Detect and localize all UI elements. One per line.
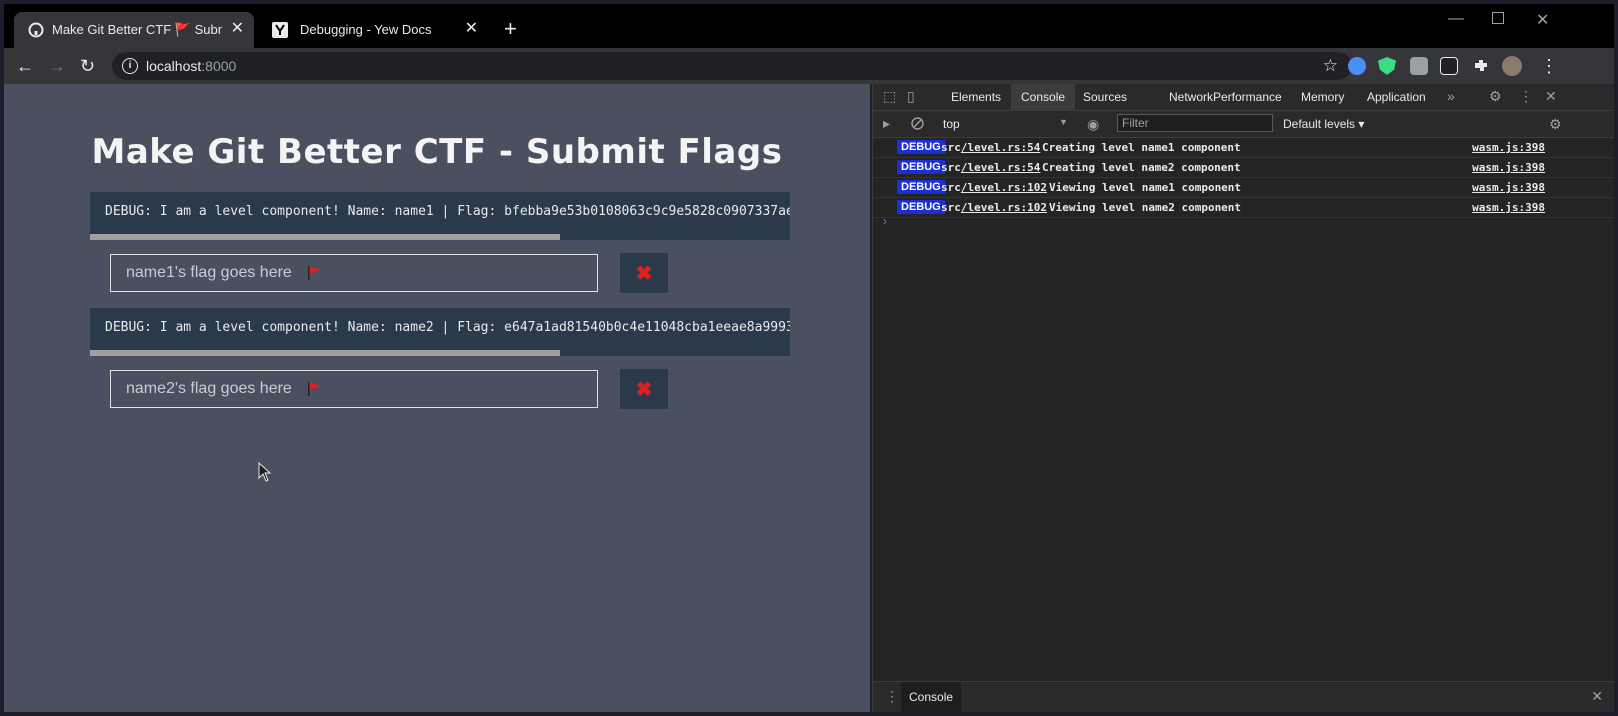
back-arrow-icon[interactable]: ←	[16, 56, 34, 76]
log-source-link[interactable]: src/level.rs:102	[941, 181, 1047, 194]
log-message: Creating level name2 component	[1042, 161, 1241, 174]
bookmark-star-icon[interactable]: ☆	[1323, 56, 1338, 76]
close-devtools-icon[interactable]: ✕	[1545, 88, 1557, 105]
console-log-row: DEBUG src/level.rs:54 Creating level nam…	[873, 138, 1614, 158]
log-location-link[interactable]: wasm.js:398	[1472, 201, 1545, 214]
flag-status-button-name2[interactable]: ✖	[620, 369, 668, 409]
level-debug-box: DEBUG: I am a level component! Name: nam…	[90, 192, 790, 240]
tab-console[interactable]: Console	[1011, 84, 1076, 110]
debug-text: DEBUG: I am a level component! Name: nam…	[105, 320, 790, 335]
console-filter-bar: ▸ top ▼ ◉ Filter Default levels ▾ ⚙	[873, 111, 1614, 138]
browser-window: Make Git Better CTF 🚩 Submit Flags ✕ Deb…	[4, 4, 1614, 712]
context-selector[interactable]: top	[943, 117, 1063, 131]
devtools-menu-icon[interactable]: ⋮	[1519, 88, 1533, 105]
log-location-link[interactable]: wasm.js:398	[1472, 161, 1545, 174]
profile-avatar[interactable]	[1502, 56, 1522, 76]
minimize-icon[interactable]: —	[1448, 10, 1464, 28]
log-source-link[interactable]: src/level.rs:54	[941, 141, 1040, 154]
extension-compass-icon[interactable]	[1348, 57, 1366, 75]
debug-badge: DEBUG	[897, 180, 945, 194]
inspect-element-icon[interactable]: ⬚	[883, 88, 896, 105]
address-bar[interactable]: i localhost:8000 ☆	[112, 52, 1352, 80]
extension-k-icon[interactable]	[1410, 57, 1428, 75]
red-flag-icon	[308, 382, 321, 396]
page-title: Make Git Better CTF - Submit Flags	[91, 132, 783, 172]
tab-yew-docs[interactable]: Debugging - Yew Docs ✕	[258, 12, 488, 48]
dropdown-arrow-icon: ▼	[1059, 117, 1068, 127]
url-text[interactable]: localhost:8000	[146, 58, 236, 74]
tab-network[interactable]: Network	[1169, 90, 1213, 104]
tab-title: Make Git Better CTF 🚩 Submit Flags	[52, 22, 222, 37]
log-message: Viewing level name1 component	[1049, 181, 1242, 194]
horizontal-scrollbar[interactable]	[90, 350, 560, 356]
browser-toolbar: ← → ↻ i localhost:8000 ☆ ⋮	[4, 48, 1614, 84]
console-log-row: DEBUG src/level.rs:102 Viewing level nam…	[873, 198, 1614, 218]
console-filter-input[interactable]: Filter	[1117, 114, 1273, 132]
tab-ctf[interactable]: Make Git Better CTF 🚩 Submit Flags ✕	[14, 12, 254, 48]
log-message: Viewing level name2 component	[1049, 201, 1242, 214]
yew-favicon-icon	[272, 22, 288, 38]
debug-badge: DEBUG	[897, 160, 945, 174]
debug-badge: DEBUG	[897, 140, 945, 154]
clear-console-icon[interactable]	[911, 117, 924, 130]
mouse-cursor-icon	[258, 462, 272, 482]
eye-icon[interactable]: ◉	[1087, 116, 1099, 133]
console-log-row: DEBUG src/level.rs:102 Viewing level nam…	[873, 178, 1614, 198]
console-drawer: ⋮ Console ✕	[873, 681, 1614, 712]
debug-text: DEBUG: I am a level component! Name: nam…	[105, 204, 790, 219]
devtools-panel: ⬚ ▯ Elements Console Sources Network Per…	[872, 84, 1614, 712]
page-viewport: Make Git Better CTF - Submit Flags DEBUG…	[4, 84, 870, 712]
forward-arrow-icon[interactable]: →	[48, 56, 66, 76]
reload-icon[interactable]: ↻	[80, 56, 95, 76]
log-message: Creating level name1 component	[1042, 141, 1241, 154]
devtools-tab-bar: ⬚ ▯ Elements Console Sources Network Per…	[873, 84, 1614, 111]
debug-badge: DEBUG	[897, 200, 945, 214]
flag-status-button-name1[interactable]: ✖	[620, 253, 668, 293]
flag-input-placeholder: name1's flag goes here	[126, 264, 292, 281]
new-tab-button[interactable]: +	[504, 18, 517, 40]
tab-sources[interactable]: Sources	[1083, 90, 1127, 104]
kebab-menu-icon[interactable]: ⋮	[1540, 56, 1558, 76]
tab-strip: Make Git Better CTF 🚩 Submit Flags ✕ Deb…	[4, 4, 1614, 48]
info-icon[interactable]: i	[122, 58, 138, 74]
log-source-link[interactable]: src/level.rs:102	[941, 201, 1047, 214]
extensions-puzzle-icon[interactable]	[1472, 57, 1490, 75]
console-prompt[interactable]: ›	[883, 214, 887, 228]
red-x-icon: ✖	[635, 263, 653, 285]
tab-application[interactable]: Application	[1367, 90, 1426, 104]
drawer-tab-console[interactable]: Console	[901, 682, 962, 712]
console-log-row: DEBUG src/level.rs:54 Creating level nam…	[873, 158, 1614, 178]
drawer-menu-icon[interactable]: ⋮	[885, 688, 899, 705]
tab-performance[interactable]: Performance	[1213, 90, 1282, 104]
extension-shield-icon[interactable]	[1378, 57, 1396, 75]
tab-title: Debugging - Yew Docs	[300, 22, 432, 37]
red-flag-icon	[308, 266, 321, 280]
log-source-link[interactable]: src/level.rs:54	[941, 161, 1040, 174]
github-favicon-icon	[28, 22, 44, 38]
tab-elements[interactable]: Elements	[951, 90, 1001, 104]
settings-gear-icon[interactable]: ⚙	[1489, 88, 1502, 105]
maximize-icon[interactable]	[1492, 12, 1504, 24]
console-settings-gear-icon[interactable]: ⚙	[1549, 116, 1562, 133]
level-debug-box: DEBUG: I am a level component! Name: nam…	[90, 308, 790, 356]
flag-input-placeholder: name2's flag goes here	[126, 380, 292, 397]
close-tab-icon[interactable]: ✕	[465, 20, 478, 38]
log-location-link[interactable]: wasm.js:398	[1472, 141, 1545, 154]
horizontal-scrollbar[interactable]	[90, 234, 560, 240]
flag-input-name2[interactable]: name2's flag goes here	[110, 370, 598, 408]
close-drawer-icon[interactable]: ✕	[1591, 688, 1603, 705]
log-levels-dropdown[interactable]: Default levels ▾	[1283, 117, 1364, 131]
more-tabs-icon[interactable]: »	[1447, 88, 1455, 104]
tab-memory[interactable]: Memory	[1301, 90, 1344, 104]
flag-input-name1[interactable]: name1's flag goes here	[110, 254, 598, 292]
close-window-icon[interactable]: ✕	[1536, 10, 1549, 30]
close-tab-icon[interactable]: ✕	[231, 20, 244, 38]
log-location-link[interactable]: wasm.js:398	[1472, 181, 1545, 194]
red-x-icon: ✖	[635, 379, 653, 401]
extension-notion-icon[interactable]	[1440, 57, 1458, 75]
device-toolbar-icon[interactable]: ▯	[907, 88, 915, 105]
sidebar-toggle-icon[interactable]: ▸	[883, 115, 890, 132]
